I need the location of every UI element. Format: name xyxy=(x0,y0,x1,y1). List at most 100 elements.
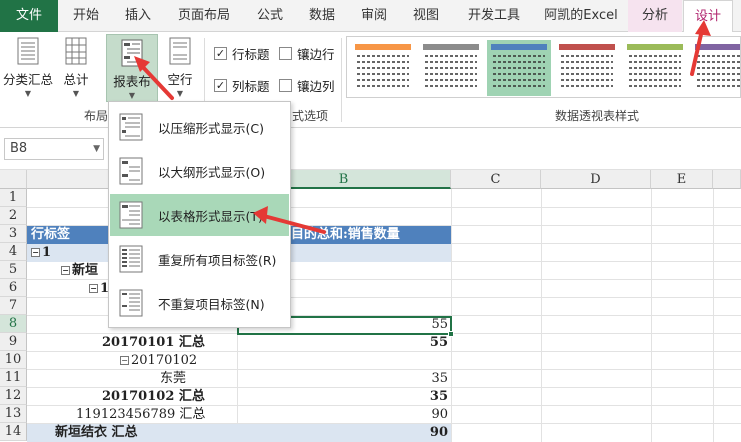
tabular-form-icon xyxy=(119,201,143,229)
subtotal-label-20170102[interactable]: 20170102 汇总 xyxy=(102,388,205,406)
menu-item-label: 以压缩形式显示(C) xyxy=(158,120,264,136)
annotation-arrow-icon xyxy=(134,56,174,100)
ribbon-tab-bar: 文件 开始 插入 页面布局 公式 数据 审阅 视图 开发工具 阿凯的Excel … xyxy=(0,0,741,33)
column-header-c[interactable]: C xyxy=(451,170,541,189)
row-headers-label: 行标题 xyxy=(232,47,270,62)
row-header[interactable]: 10 xyxy=(0,351,27,369)
chevron-down-icon: ▼ xyxy=(24,89,32,98)
row-header[interactable]: 8 xyxy=(0,315,27,333)
pivot-styles-group-label: 数据透视表样式 xyxy=(555,109,640,123)
subtotal-label-20170101[interactable]: 20170101 汇总 xyxy=(102,334,205,352)
checkbox-checked-icon: ✓ xyxy=(214,47,227,60)
banded-cols-label: 镶边列 xyxy=(297,79,335,94)
pivot-row-labels-header[interactable]: 行标签 xyxy=(31,226,70,244)
col-headers-label: 列标题 xyxy=(232,79,270,94)
name-box-value: B8 xyxy=(10,141,28,156)
row-header[interactable]: 3 xyxy=(0,225,27,243)
select-all-corner[interactable] xyxy=(0,170,27,189)
tab-review[interactable]: 审阅 xyxy=(350,0,398,32)
pivot-group-1-sub[interactable]: −1 xyxy=(89,280,109,298)
grand-totals-label: 总计 xyxy=(63,72,89,87)
tab-home[interactable]: 开始 xyxy=(62,0,110,32)
subtotal-value-20170101[interactable]: 55 xyxy=(238,334,448,352)
collapse-icon[interactable]: − xyxy=(31,248,40,257)
row-header[interactable]: 14 xyxy=(0,423,27,441)
column-header-f[interactable] xyxy=(713,170,741,189)
row-headers-checkbox[interactable]: ✓ 行标题 xyxy=(214,44,270,63)
collapse-icon[interactable]: − xyxy=(120,356,129,365)
item-label-dongguan[interactable]: 东莞 xyxy=(160,370,186,388)
row-header[interactable]: 2 xyxy=(0,207,27,225)
pivot-styles-gallery[interactable] xyxy=(346,36,741,98)
row-header[interactable]: 4 xyxy=(0,243,27,261)
tab-insert[interactable]: 插入 xyxy=(114,0,162,32)
tab-file[interactable]: 文件 xyxy=(0,0,58,32)
outline-form-icon xyxy=(119,157,143,185)
subtotals-icon xyxy=(17,37,39,65)
annotation-arrow-icon xyxy=(253,206,326,234)
annotation-arrow-icon xyxy=(690,20,711,76)
banded-rows-label: 镶边行 xyxy=(297,47,335,62)
subtotals-button[interactable]: 分类汇总 ▼ xyxy=(3,36,53,100)
menu-item-no-repeat-labels[interactable]: 不重复项目标签(N) xyxy=(110,282,289,324)
fill-handle[interactable] xyxy=(448,331,454,337)
menu-item-label: 不重复项目标签(N) xyxy=(158,296,265,312)
menu-item-label: 以表格形式显示(T) xyxy=(158,208,263,224)
menu-item-label: 重复所有项目标签(R) xyxy=(158,252,277,268)
row-header[interactable]: 5 xyxy=(0,261,27,279)
grand-totals-button[interactable]: 总计 ▼ xyxy=(58,36,94,100)
item-value-dongguan[interactable]: 35 xyxy=(238,370,448,388)
pivot-group-20170102[interactable]: −20170102 xyxy=(120,352,197,370)
grand-totals-icon xyxy=(65,37,87,65)
col-headers-checkbox[interactable]: ✓ 列标题 xyxy=(214,76,270,95)
checkbox-checked-icon: ✓ xyxy=(214,79,227,92)
row-header[interactable]: 1 xyxy=(0,189,27,207)
subtotals-label: 分类汇总 xyxy=(3,72,54,87)
style-swatch-orange[interactable] xyxy=(351,40,415,96)
compact-form-icon xyxy=(119,113,143,141)
style-swatch-green[interactable] xyxy=(623,40,687,96)
no-repeat-labels-icon xyxy=(119,289,143,317)
chevron-down-icon[interactable]: ▼ xyxy=(93,139,100,159)
menu-item-label: 以大纲形式显示(O) xyxy=(158,164,266,180)
tab-page-layout[interactable]: 页面布局 xyxy=(166,0,242,32)
menu-item-compact-form[interactable]: 以压缩形式显示(C) xyxy=(110,106,289,148)
subtotal-value-119123456789[interactable]: 90 xyxy=(238,406,448,424)
style-swatch-red[interactable] xyxy=(555,40,619,96)
subtotal-label-xinyuanjieyi[interactable]: 新垣结衣 汇总 xyxy=(55,424,138,442)
menu-item-repeat-labels[interactable]: 重复所有项目标签(R) xyxy=(110,238,289,280)
pivot-group-1[interactable]: −1 xyxy=(31,244,51,262)
subtotal-value-20170102[interactable]: 35 xyxy=(238,388,448,406)
column-header-e[interactable]: E xyxy=(651,170,713,189)
row-header[interactable]: 12 xyxy=(0,387,27,405)
collapse-icon[interactable]: − xyxy=(89,284,98,293)
style-swatch-blue-selected[interactable] xyxy=(487,40,551,96)
name-box[interactable]: B8 ▼ xyxy=(4,138,104,160)
style-options-group-label: 式选项 xyxy=(292,109,329,123)
subtotal-value-xinyuanjieyi[interactable]: 90 xyxy=(238,424,448,442)
checkbox-empty-icon xyxy=(279,47,292,60)
tab-data[interactable]: 数据 xyxy=(298,0,346,32)
tab-formulas[interactable]: 公式 xyxy=(246,0,294,32)
menu-item-outline-form[interactable]: 以大纲形式显示(O) xyxy=(110,150,289,192)
pivot-group-xinyuan[interactable]: − 新垣 xyxy=(61,262,98,280)
layout-group-label: 布局 xyxy=(84,109,109,123)
column-header-d[interactable]: D xyxy=(541,170,651,189)
chevron-down-icon: ▼ xyxy=(72,89,80,98)
row-header[interactable]: 9 xyxy=(0,333,27,351)
tab-analyze[interactable]: 分析 xyxy=(628,0,682,32)
row-header[interactable]: 6 xyxy=(0,279,27,297)
subtotal-label-119123456789[interactable]: 119123456789 汇总 xyxy=(76,406,205,424)
checkbox-empty-icon xyxy=(279,79,292,92)
tab-developer[interactable]: 开发工具 xyxy=(456,0,532,32)
row-header[interactable]: 7 xyxy=(0,297,27,315)
row-header[interactable]: 13 xyxy=(0,405,27,423)
collapse-icon[interactable]: − xyxy=(61,266,70,275)
banded-rows-checkbox[interactable]: 镶边行 xyxy=(279,44,335,63)
row-header[interactable]: 11 xyxy=(0,369,27,387)
tab-akai-excel[interactable]: 阿凯的Excel xyxy=(536,0,626,32)
banded-cols-checkbox[interactable]: 镶边列 xyxy=(279,76,335,95)
repeat-labels-icon xyxy=(119,245,143,273)
style-swatch-gray[interactable] xyxy=(419,40,483,96)
tab-view[interactable]: 视图 xyxy=(402,0,450,32)
